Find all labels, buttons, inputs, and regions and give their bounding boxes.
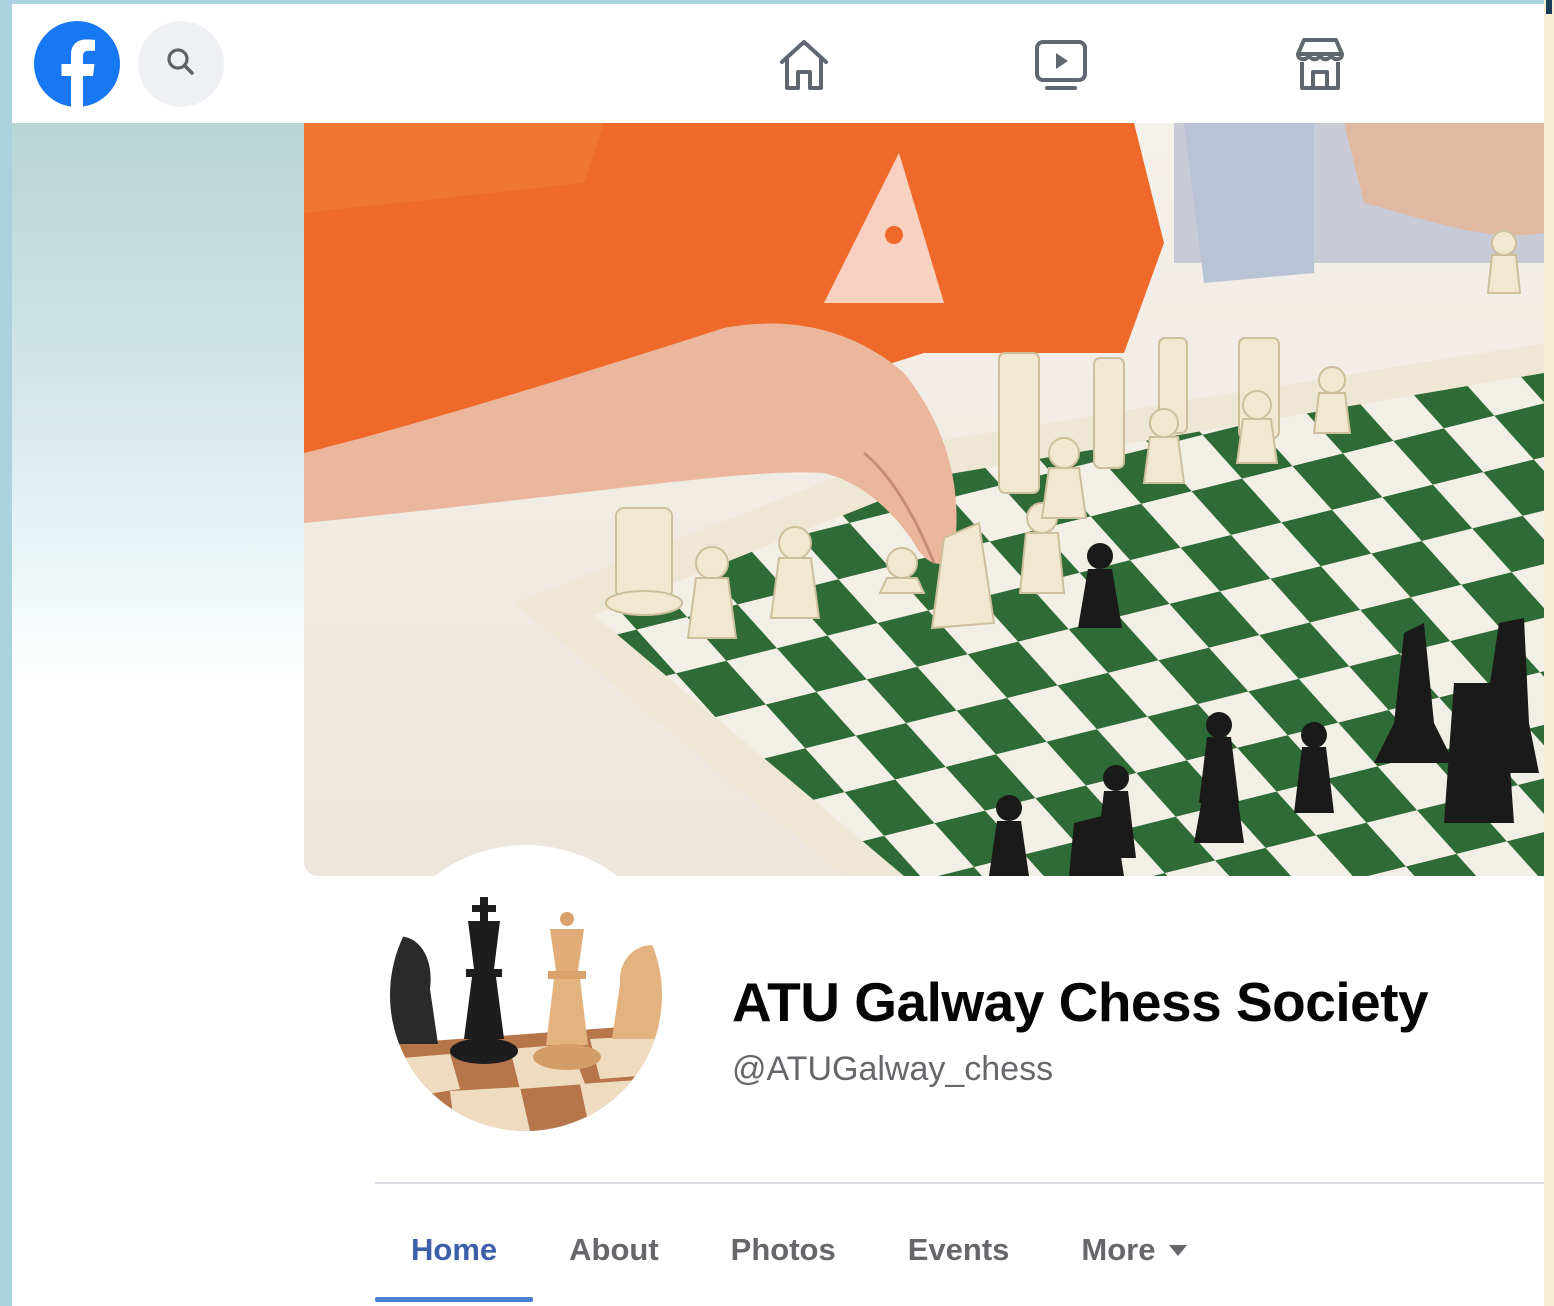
- caret-down-icon: [1169, 1244, 1188, 1256]
- tab-about-label: About: [569, 1232, 659, 1267]
- window-edge-strip: [1544, 0, 1554, 1306]
- search-icon: [163, 44, 199, 85]
- search-button[interactable]: [138, 21, 224, 107]
- profile-divider: [375, 1182, 1544, 1184]
- tab-events[interactable]: Events: [872, 1204, 1046, 1296]
- page-handle: @ATUGalway_chess: [732, 1050, 1054, 1088]
- tab-photos[interactable]: Photos: [695, 1204, 872, 1296]
- home-icon[interactable]: [774, 34, 834, 94]
- tab-events-label: Events: [907, 1232, 1010, 1267]
- profile-photo-chess-king-queen: [390, 859, 662, 1131]
- cover-photo[interactable]: [304, 123, 1544, 876]
- tab-home[interactable]: Home: [375, 1204, 534, 1302]
- video-play-icon[interactable]: [1031, 34, 1091, 94]
- browser-viewport: ATU Galway Chess Society @ATUGalway_ches…: [12, 4, 1544, 1306]
- marketplace-shop-icon[interactable]: [1290, 34, 1350, 94]
- profile-picture[interactable]: [376, 845, 676, 1145]
- tab-more[interactable]: More: [1045, 1204, 1223, 1296]
- page-tabs: Home About Photos Events More: [375, 1204, 1223, 1306]
- tab-more-label: More: [1081, 1232, 1156, 1267]
- top-navigation-bar: [12, 4, 1544, 123]
- window-edge-cap: [1546, 0, 1552, 14]
- page-title: ATU Galway Chess Society: [732, 971, 1429, 1033]
- tab-home-label: Home: [411, 1232, 498, 1267]
- facebook-logo-icon[interactable]: [34, 21, 120, 107]
- tab-about[interactable]: About: [533, 1204, 695, 1296]
- tab-photos-label: Photos: [730, 1232, 836, 1267]
- left-sidebar-background: [12, 123, 304, 683]
